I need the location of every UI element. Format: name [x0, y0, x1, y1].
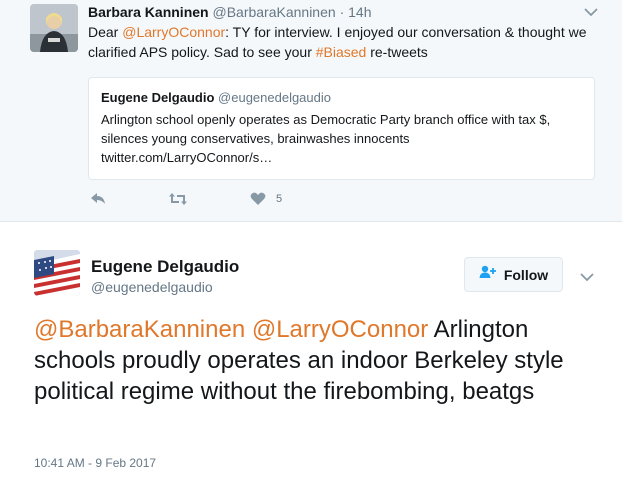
reply-icon[interactable]: [90, 192, 106, 208]
separator-dot: ·: [339, 4, 345, 20]
mention-link[interactable]: @BarbaraKanninen: [34, 316, 245, 343]
quote-author-handle: @eugenedelgaudio: [218, 90, 331, 105]
quote-body: Arlington school openly operates as Demo…: [101, 112, 551, 146]
mention-link[interactable]: @LarryOConnor: [252, 316, 428, 343]
mention-link[interactable]: @LarryOConnor: [122, 24, 225, 40]
quoted-tweet-card[interactable]: Eugene Delgaudio @eugenedelgaudio Arling…: [88, 77, 595, 180]
hashtag-link[interactable]: #Biased: [316, 44, 367, 60]
tweet-time[interactable]: 14h: [348, 4, 371, 20]
author-handle[interactable]: @eugenedelgaudio: [91, 279, 213, 295]
chevron-down-icon[interactable]: [580, 269, 594, 282]
follow-label: Follow: [503, 266, 549, 283]
retweet-icon[interactable]: [168, 192, 188, 208]
author-handle[interactable]: @BarbaraKanninen: [212, 4, 335, 20]
tweet-text: @BarbaraKanninen @LarryOConnor Arlington…: [34, 314, 594, 407]
chevron-down-icon[interactable]: [584, 4, 598, 17]
author-name[interactable]: Barbara Kanninen: [88, 4, 209, 20]
follow-user-icon: [479, 265, 497, 284]
heart-icon[interactable]: [250, 192, 266, 208]
quote-header: Eugene Delgaudio @eugenedelgaudio: [101, 90, 331, 105]
avatar[interactable]: [30, 4, 78, 52]
reply-header: Barbara Kanninen @BarbaraKanninen · 14h: [88, 3, 371, 21]
text-segment: re-tweets: [366, 44, 428, 60]
reply-text: Dear @LarryOConnor: TY for interview. I …: [88, 22, 603, 62]
tweet-timestamp[interactable]: 10:41 AM - 9 Feb 2017: [34, 456, 156, 470]
quote-text: Arlington school openly operates as Demo…: [101, 110, 589, 167]
text-segment: Dear: [88, 24, 123, 40]
author-name[interactable]: Eugene Delgaudio: [91, 257, 239, 277]
reply-tweet[interactable]: Barbara Kanninen @BarbaraKanninen · 14h …: [0, 0, 622, 222]
avatar[interactable]: [34, 250, 80, 296]
quote-link: twitter.com/LarryOConnor/s…: [101, 150, 273, 165]
follow-button[interactable]: Follow: [464, 257, 563, 292]
like-count[interactable]: 5: [276, 193, 282, 205]
quote-author-name: Eugene Delgaudio: [101, 90, 215, 105]
